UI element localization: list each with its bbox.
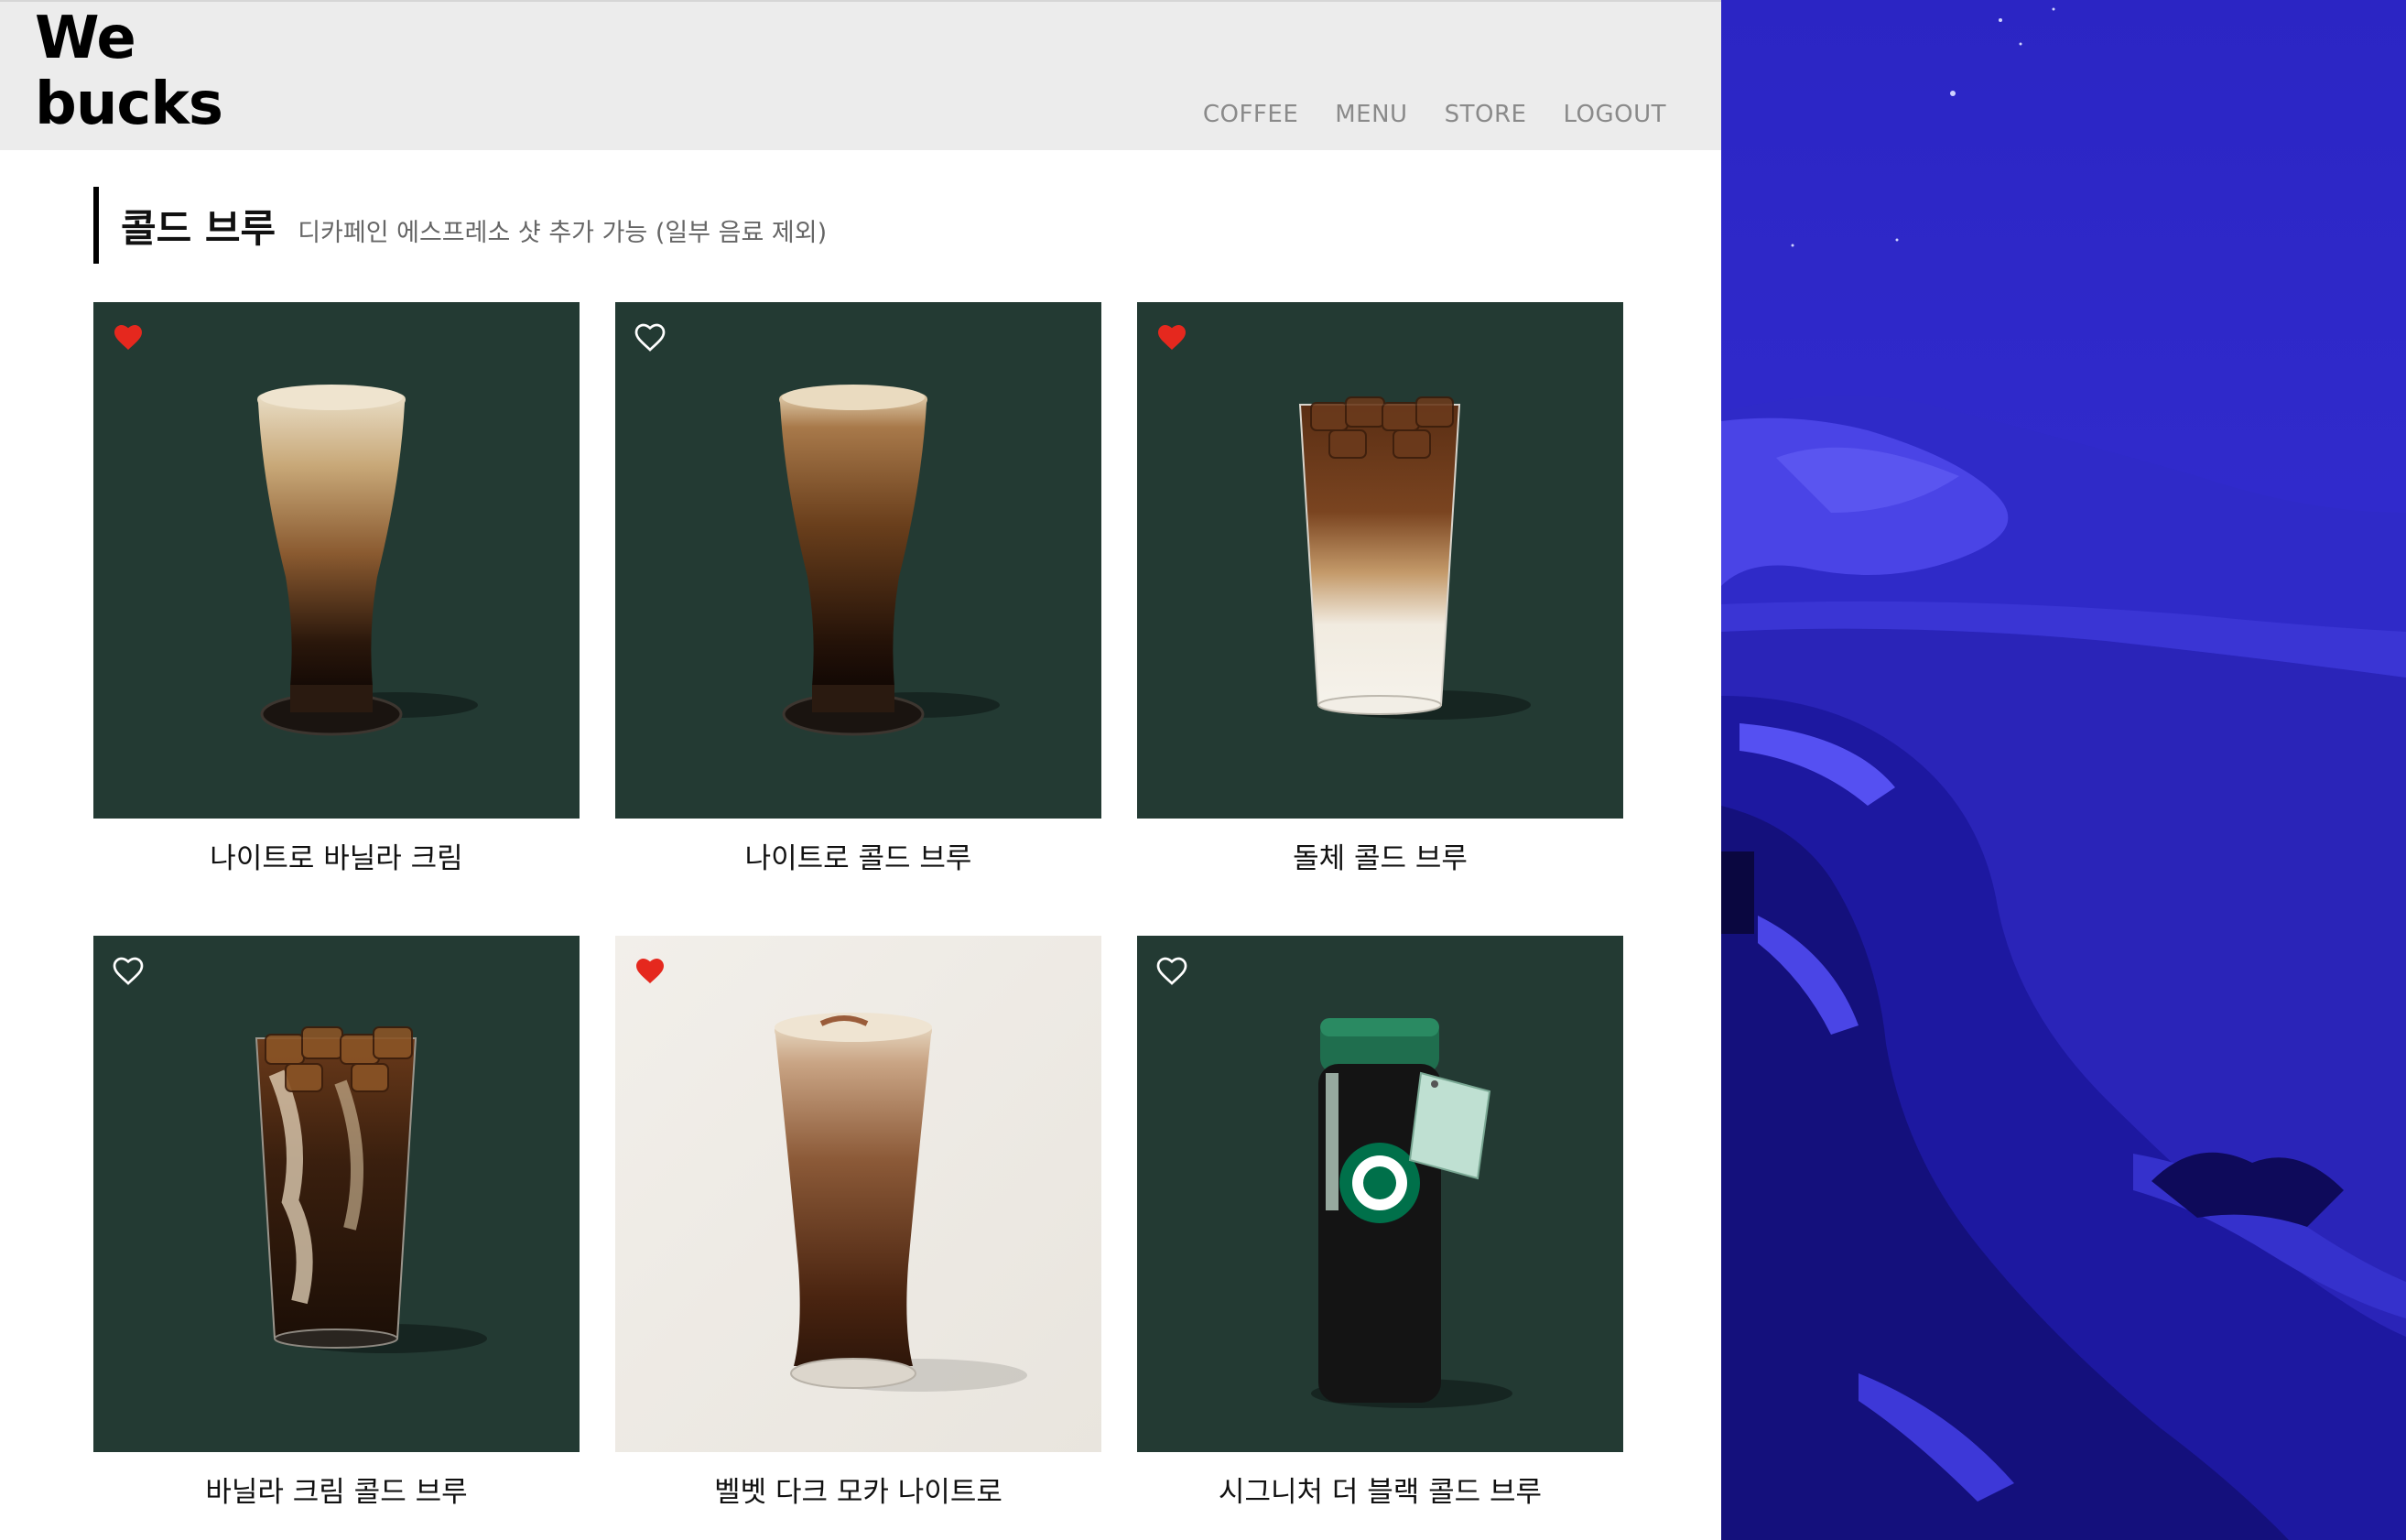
heart-icon[interactable] — [1155, 320, 1188, 352]
nav-logout[interactable]: LOGOUT — [1563, 101, 1666, 128]
mountain-landscape-wallpaper — [1721, 0, 2406, 1540]
product-name[interactable]: 돌체 콜드 브루 — [1137, 840, 1623, 877]
heart-outline-icon[interactable] — [112, 954, 145, 985]
heart-icon[interactable] — [634, 954, 667, 985]
product-image[interactable] — [1137, 936, 1623, 1452]
signature-black-cold-brew-bottle — [1311, 1018, 1512, 1408]
desktop-wallpaper — [1721, 0, 2406, 1540]
dolce-cold-brew-iced-glass — [1298, 396, 1531, 720]
product-image[interactable] — [93, 936, 580, 1452]
product-card[interactable]: 돌체 콜드 브루 — [1137, 302, 1623, 877]
main-nav: COFFEE MENU STORE LOGOUT — [1203, 101, 1666, 128]
heart-icon[interactable] — [112, 320, 145, 352]
product-name[interactable]: 나이트로 콜드 브루 — [615, 840, 1101, 877]
site-logo[interactable]: We bucks — [35, 5, 223, 138]
product-card[interactable]: 벨벳 다크 모카 나이트로 — [615, 936, 1101, 1511]
logo-line-1: We — [35, 5, 136, 72]
site-header: We bucks COFFEE MENU STORE LOGOUT — [0, 0, 1721, 150]
vanilla-cream-cold-brew-iced-glass — [255, 1026, 487, 1353]
product-name[interactable]: 시그니처 더 블랙 콜드 브루 — [1137, 1474, 1623, 1511]
product-image[interactable] — [615, 302, 1101, 819]
browser-page: We bucks COFFEE MENU STORE LOGOUT 콜드 브루 … — [0, 0, 1721, 1540]
product-card[interactable]: 나이트로 바닐라 크림 — [93, 302, 580, 877]
section-header: 콜드 브루 디카페인 에스프레소 샷 추가 가능 (일부 음료 제외) — [93, 187, 827, 264]
product-name[interactable]: 나이트로 바닐라 크림 — [93, 840, 580, 877]
nav-coffee[interactable]: COFFEE — [1203, 101, 1298, 128]
heart-outline-icon[interactable] — [634, 320, 667, 352]
velvet-dark-mocha-nitro-glass — [775, 1013, 1027, 1392]
product-image[interactable] — [615, 936, 1101, 1452]
nitro-cold-brew-glass — [779, 385, 1000, 736]
product-card[interactable]: 시그니처 더 블랙 콜드 브루 — [1137, 936, 1623, 1511]
product-card[interactable]: 바닐라 크림 콜드 브루 — [93, 936, 580, 1511]
nav-store[interactable]: STORE — [1445, 101, 1527, 128]
section-subtitle: 디카페인 에스프레소 샷 추가 가능 (일부 음료 제외) — [298, 218, 828, 247]
product-name[interactable]: 벨벳 다크 모카 나이트로 — [615, 1474, 1101, 1511]
nitro-vanilla-cream-glass — [257, 385, 478, 736]
heart-outline-icon[interactable] — [1155, 954, 1188, 985]
product-name[interactable]: 바닐라 크림 콜드 브루 — [93, 1474, 580, 1511]
product-image[interactable] — [1137, 302, 1623, 819]
nav-menu[interactable]: MENU — [1335, 101, 1407, 128]
product-image[interactable] — [93, 302, 580, 819]
product-card[interactable]: 나이트로 콜드 브루 — [615, 302, 1101, 877]
logo-line-2: bucks — [35, 70, 223, 138]
section-title: 콜드 브루 — [121, 205, 276, 251]
